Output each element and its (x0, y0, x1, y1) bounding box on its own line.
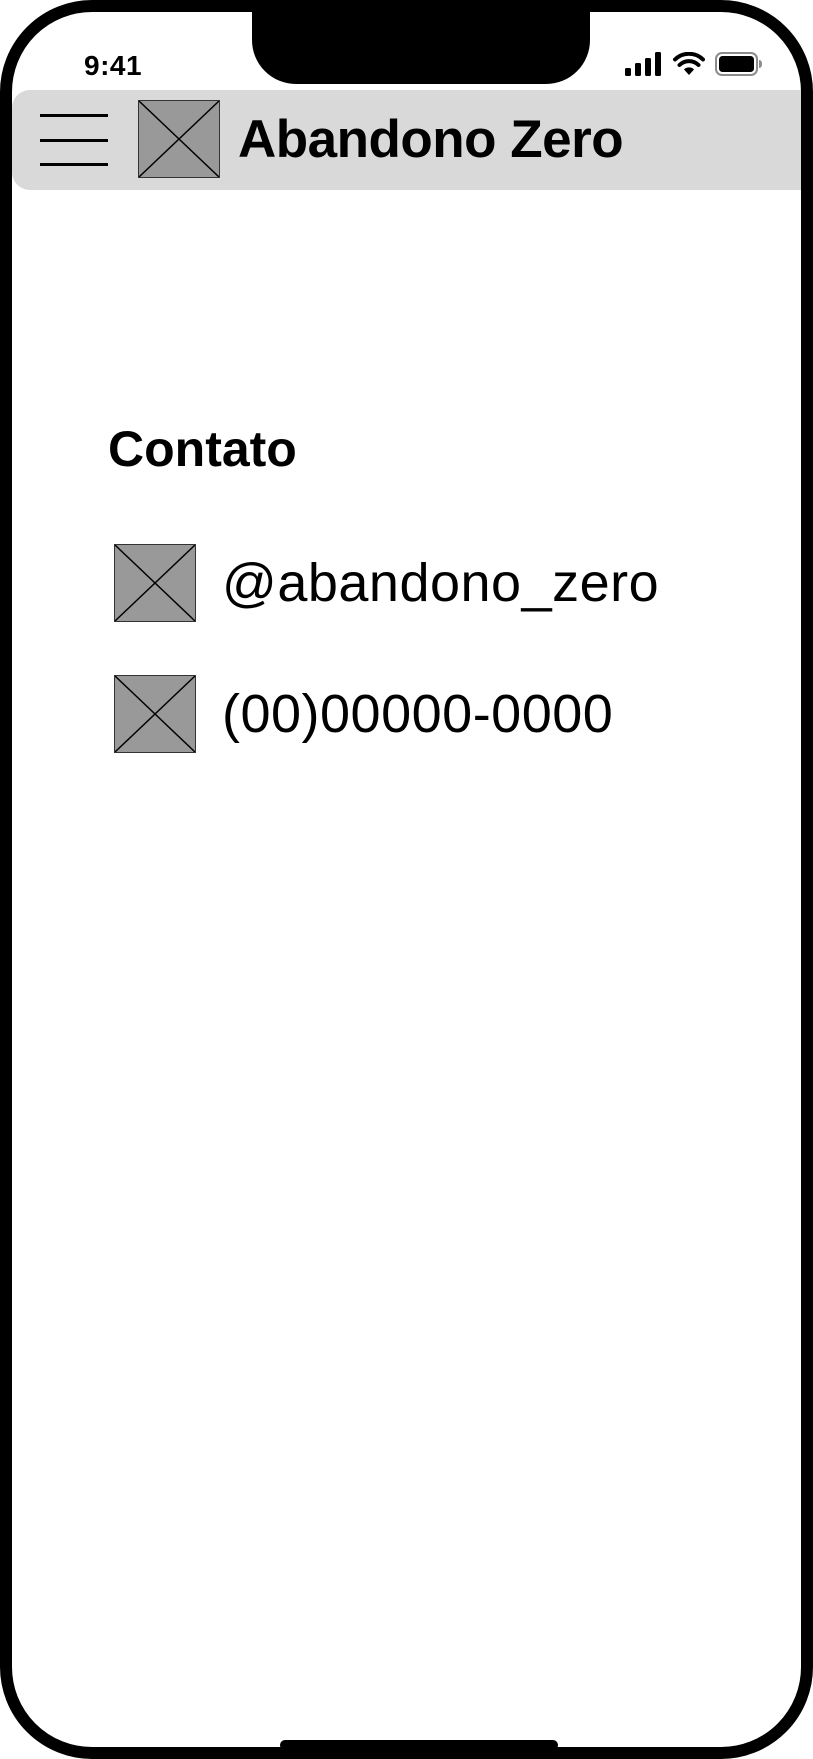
phone-icon-placeholder (114, 675, 196, 753)
status-time: 9:41 (84, 50, 143, 81)
app-header: Abandono Zero (12, 90, 801, 190)
phone-number: (00)00000-0000 (222, 684, 614, 744)
menu-line (40, 138, 108, 142)
contact-item-instagram[interactable]: @abandono_zero (114, 544, 754, 622)
hamburger-menu-icon[interactable] (40, 114, 108, 166)
menu-line (40, 114, 108, 117)
instagram-handle: @abandono_zero (222, 553, 660, 613)
contact-item-phone[interactable]: (00)00000-0000 (114, 675, 754, 753)
instagram-icon-placeholder (114, 544, 196, 622)
status-icons (625, 52, 763, 76)
wifi-icon (673, 52, 705, 76)
app-title: Abandono Zero (238, 110, 624, 169)
battery-icon (715, 52, 763, 76)
home-indicator[interactable] (280, 1740, 558, 1747)
cellular-signal-icon (625, 52, 663, 76)
phone-frame: 9:41 Abandono Zero Contato @abandono_zer… (0, 0, 813, 1759)
menu-line (40, 163, 108, 166)
device-notch (252, 12, 590, 84)
contact-section-title: Contato (108, 421, 297, 477)
logo-image-placeholder (138, 100, 220, 178)
